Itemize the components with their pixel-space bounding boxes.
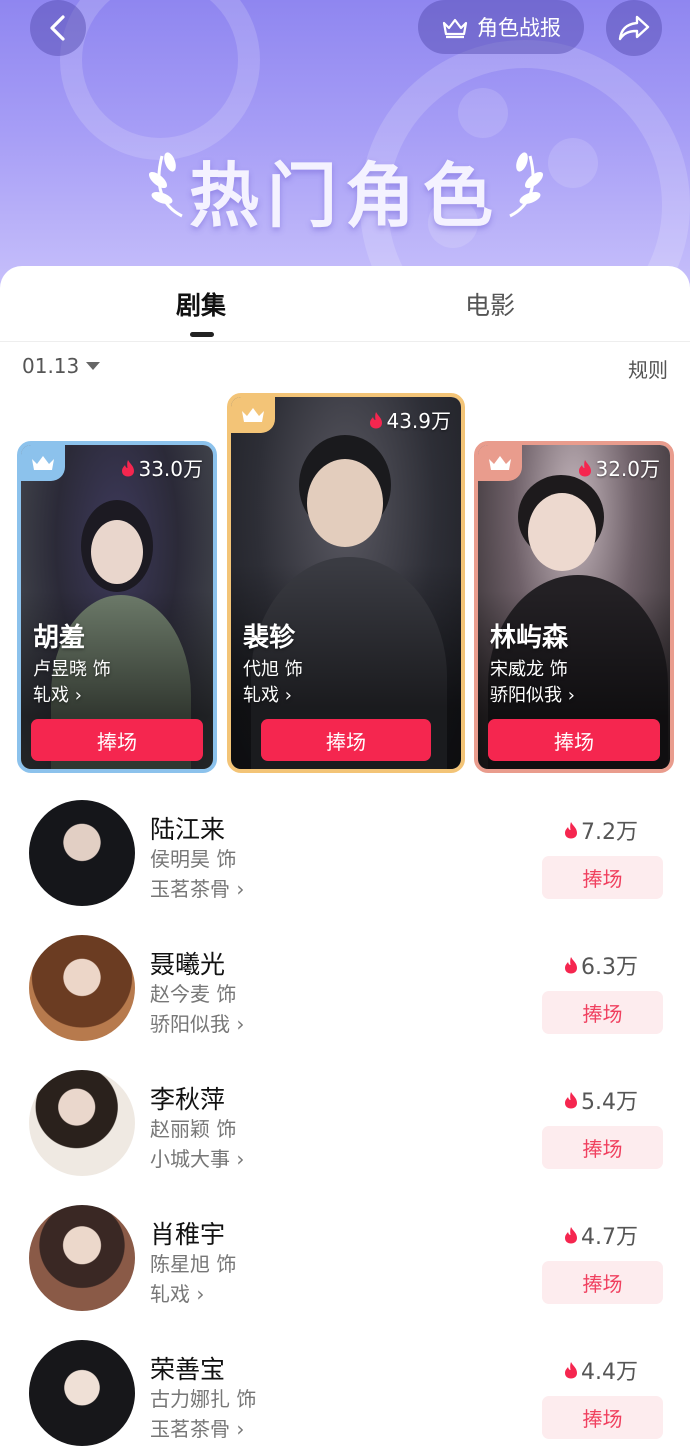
list-item[interactable]: 陆江来 侯明昊 饰 玉茗茶骨 › 7.2万 捧场 bbox=[0, 800, 690, 935]
share-arrow-icon bbox=[618, 15, 650, 41]
heat-count: 6.3万 bbox=[564, 949, 638, 981]
support-button[interactable]: 捧场 bbox=[542, 856, 663, 899]
caret-down-icon bbox=[86, 362, 101, 370]
flame-icon bbox=[565, 1362, 577, 1379]
actor-name: 侯明昊 饰 bbox=[150, 847, 237, 871]
flame-icon bbox=[565, 1092, 577, 1109]
active-tab-indicator bbox=[190, 332, 214, 337]
tab-series[interactable]: 剧集 bbox=[176, 286, 226, 322]
chevron-right-icon: › bbox=[196, 1282, 205, 1306]
role-report-button[interactable]: 角色战报 bbox=[418, 0, 584, 54]
actor-name: 赵今麦 饰 bbox=[150, 982, 237, 1006]
list-item[interactable]: 肖稚宇 陈星旭 饰 轧戏 › 4.7万 捧场 bbox=[0, 1205, 690, 1340]
film-reel-decoration bbox=[60, 0, 260, 160]
date-label: 01.13 bbox=[22, 354, 80, 378]
character-name: 林屿森 bbox=[490, 623, 569, 653]
support-button[interactable]: 捧场 bbox=[31, 719, 203, 761]
heat-count: 7.2万 bbox=[564, 814, 638, 846]
actor-name: 陈星旭 饰 bbox=[150, 1252, 237, 1276]
avatar bbox=[29, 1070, 135, 1176]
avatar bbox=[29, 1205, 135, 1311]
support-button[interactable]: 捧场 bbox=[542, 991, 663, 1034]
actor-name: 代旭 饰 bbox=[243, 659, 303, 680]
heat-count: 4.7万 bbox=[564, 1219, 638, 1251]
character-name: 荣善宝 bbox=[150, 1355, 226, 1384]
flame-icon bbox=[565, 822, 577, 839]
character-name: 李秋萍 bbox=[150, 1085, 226, 1114]
show-link[interactable]: 轧戏 › bbox=[150, 1278, 204, 1307]
list-item[interactable]: 聂曦光 赵今麦 饰 骄阳似我 › 6.3万 捧场 bbox=[0, 935, 690, 1070]
avatar bbox=[29, 1340, 135, 1446]
crown-badge bbox=[231, 397, 275, 433]
crown-icon bbox=[32, 456, 54, 470]
header-banner: 角色战报 热门角色 bbox=[0, 0, 690, 300]
chevron-right-icon: › bbox=[236, 1012, 245, 1036]
show-link[interactable]: 玉茗茶骨 › bbox=[150, 873, 244, 902]
heat-count: 33.0万 bbox=[121, 453, 203, 482]
show-link[interactable]: 轧戏 › bbox=[243, 681, 292, 707]
page-title: 热门角色 bbox=[189, 155, 501, 237]
crown-icon bbox=[242, 408, 264, 422]
heat-count: 32.0万 bbox=[578, 453, 660, 482]
chevron-left-icon bbox=[50, 15, 65, 41]
tab-bar: 剧集 电影 bbox=[0, 266, 690, 342]
flame-icon bbox=[565, 957, 577, 974]
heat-count: 4.4万 bbox=[564, 1354, 638, 1386]
flame-icon bbox=[122, 459, 135, 476]
chevron-right-icon: › bbox=[74, 685, 82, 706]
heat-count: 43.9万 bbox=[369, 405, 451, 434]
show-link[interactable]: 轧戏 › bbox=[33, 681, 82, 707]
character-name: 聂曦光 bbox=[150, 950, 226, 979]
show-link[interactable]: 骄阳似我 › bbox=[150, 1008, 244, 1037]
chevron-right-icon: › bbox=[284, 685, 292, 706]
actor-name: 赵丽颖 饰 bbox=[150, 1117, 237, 1141]
chevron-right-icon: › bbox=[236, 877, 245, 901]
show-link[interactable]: 小城大事 › bbox=[150, 1143, 244, 1172]
back-button[interactable] bbox=[30, 0, 86, 56]
character-name: 裴轸 bbox=[243, 623, 296, 653]
crown-badge bbox=[478, 445, 522, 481]
crown-icon bbox=[442, 18, 468, 39]
heat-count: 5.4万 bbox=[564, 1084, 638, 1116]
actor-name: 宋威龙 饰 bbox=[490, 659, 568, 680]
support-button[interactable]: 捧场 bbox=[542, 1126, 663, 1169]
top-card-rank-3[interactable]: 32.0万 林屿森 宋威龙 饰 骄阳似我 › 捧场 bbox=[474, 441, 674, 773]
actor-name: 古力娜扎 饰 bbox=[150, 1387, 257, 1411]
support-button[interactable]: 捧场 bbox=[488, 719, 660, 761]
share-button[interactable] bbox=[606, 0, 662, 56]
crown-badge bbox=[21, 445, 65, 481]
character-name: 肖稚宇 bbox=[150, 1220, 226, 1249]
show-link[interactable]: 骄阳似我 › bbox=[490, 681, 575, 707]
flame-icon bbox=[565, 1227, 577, 1244]
top-card-rank-2[interactable]: 33.0万 胡羞 卢昱晓 饰 轧戏 › 捧场 bbox=[17, 441, 217, 773]
flame-icon bbox=[370, 411, 383, 428]
chevron-right-icon: › bbox=[236, 1417, 245, 1441]
chevron-right-icon: › bbox=[236, 1147, 245, 1171]
support-button[interactable]: 捧场 bbox=[261, 719, 431, 761]
role-report-label: 角色战报 bbox=[477, 16, 561, 40]
top-card-rank-1[interactable]: 43.9万 裴轸 代旭 饰 轧戏 › 捧场 bbox=[227, 393, 465, 773]
support-button[interactable]: 捧场 bbox=[542, 1261, 663, 1304]
support-button[interactable]: 捧场 bbox=[542, 1396, 663, 1439]
avatar bbox=[29, 935, 135, 1041]
list-item[interactable]: 荣善宝 古力娜扎 饰 玉茗茶骨 › 4.4万 捧场 bbox=[0, 1340, 690, 1446]
date-selector[interactable]: 01.13 bbox=[22, 354, 101, 378]
flame-icon bbox=[579, 459, 592, 476]
character-name: 陆江来 bbox=[150, 815, 226, 844]
list-item[interactable]: 李秋萍 赵丽颖 饰 小城大事 › 5.4万 捧场 bbox=[0, 1070, 690, 1205]
laurel-right-icon bbox=[509, 152, 544, 218]
avatar bbox=[29, 800, 135, 906]
actor-name: 卢昱晓 饰 bbox=[33, 659, 111, 680]
character-name: 胡羞 bbox=[33, 623, 86, 653]
crown-icon bbox=[489, 456, 511, 470]
tab-movies[interactable]: 电影 bbox=[465, 286, 515, 322]
chevron-right-icon: › bbox=[567, 685, 575, 706]
show-link[interactable]: 玉茗茶骨 › bbox=[150, 1413, 244, 1442]
rules-link[interactable]: 规则 bbox=[628, 354, 668, 383]
